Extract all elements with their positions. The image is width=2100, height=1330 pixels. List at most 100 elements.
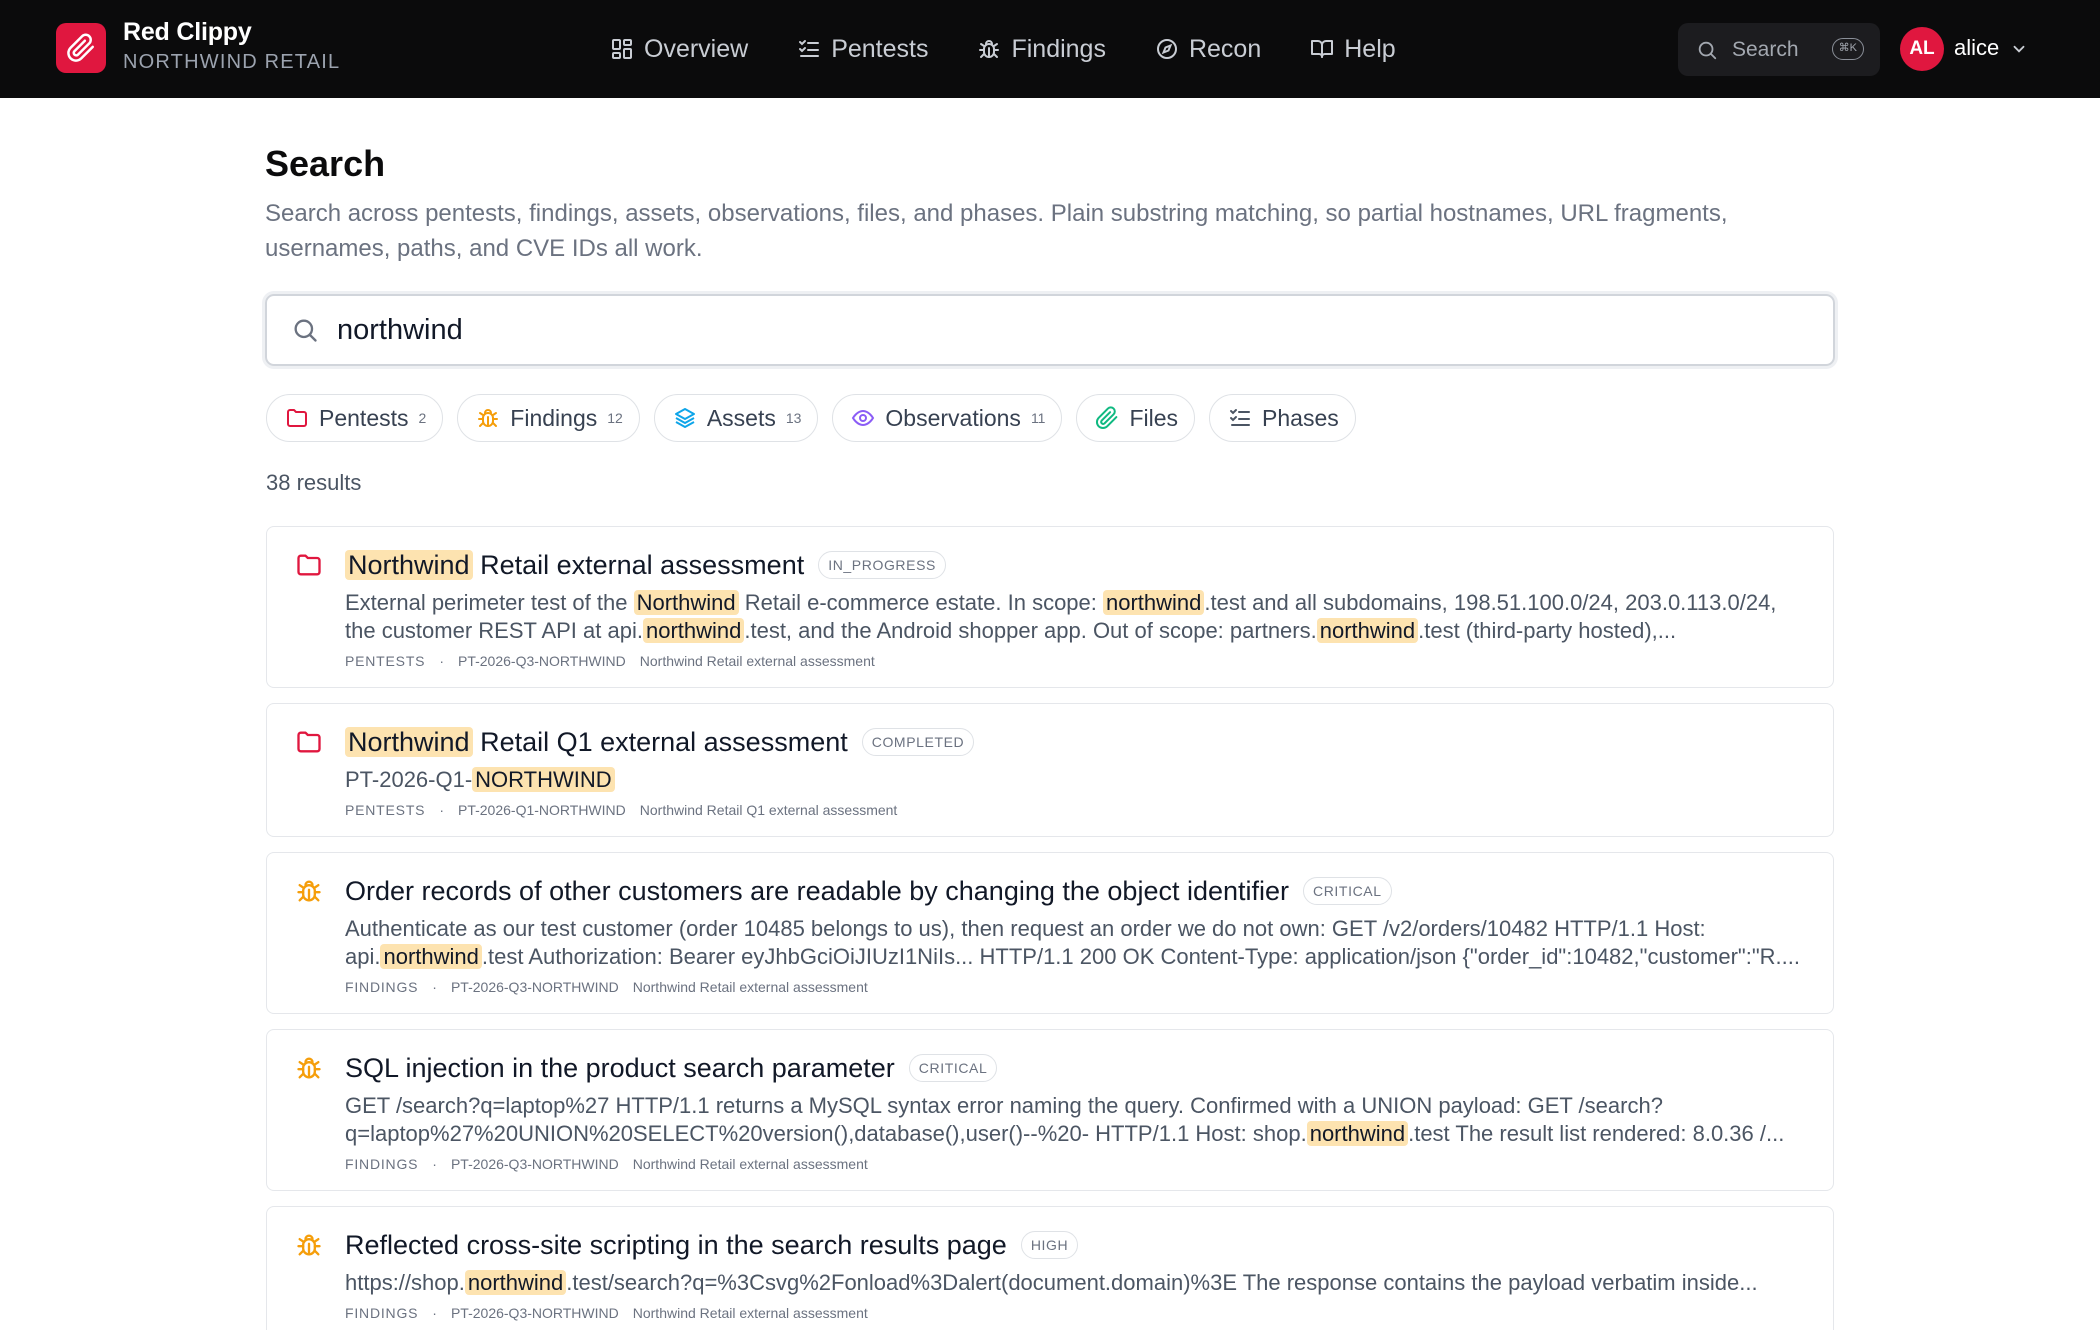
result-parent[interactable]: Northwind Retail external assessment (633, 1305, 868, 1321)
user-name[interactable]: alice (1954, 35, 1999, 61)
text-segment: .test The result list rendered: 8.0.36 /… (1408, 1121, 1785, 1146)
text-segment: Retail external assessment (472, 550, 805, 580)
text-segment: .test Authorization: Bearer eyJhbGciOiJI… (481, 944, 1800, 969)
checklist-icon (1230, 409, 1251, 426)
match-highlight: northwind (1306, 1121, 1409, 1146)
result-title-text[interactable]: Northwind Retail Q1 external assessment (345, 724, 848, 760)
filter-chip-label: Observations (885, 404, 1021, 431)
brand-org: NORTHWIND RETAIL (123, 51, 341, 73)
folder-icon (287, 409, 307, 427)
result-title-text[interactable]: SQL injection in the product search para… (345, 1050, 895, 1086)
result-category: PENTESTS (345, 653, 426, 669)
result-card[interactable]: SQL injection in the product search para… (266, 1029, 1834, 1191)
nav-findings-label: Findings (1011, 34, 1106, 63)
nav-pentests[interactable]: Pentests (797, 0, 928, 98)
result-title-text[interactable]: Order records of other customers are rea… (345, 873, 1289, 909)
search-icon (1698, 41, 1717, 59)
user-avatar[interactable]: AL (1900, 27, 1944, 71)
result-snippet: https://shop. northwind .test/search?q=%3C… (345, 1269, 1809, 1297)
result-meta: FINDINGS · PT-2026-Q3-NORTHWIND Northwind R… (345, 1305, 1809, 1321)
result-parent[interactable]: Northwind Retail Q1 external assessment (640, 802, 898, 818)
nav-overview[interactable]: Overview (610, 0, 748, 98)
match-highlight: northwind (1316, 618, 1419, 643)
nav-help[interactable]: Help (1310, 0, 1396, 98)
bug-icon (295, 1054, 323, 1087)
status-badge: CRITICAL (1303, 877, 1392, 905)
result-card[interactable]: Northwind Retail external assessment IN_P… (266, 526, 1834, 688)
result-title[interactable]: Northwind Retail external assessment IN_P… (345, 547, 1809, 583)
result-title[interactable]: SQL injection in the product search para… (345, 1050, 1809, 1086)
keyboard-shortcut-badge: ⌘K (1831, 38, 1864, 60)
text-segment: .test, and the Android shopper app. Out … (744, 618, 1317, 643)
result-meta: FINDINGS · PT-2026-Q3-NORTHWIND Northwind R… (345, 979, 1809, 995)
status-badge: COMPLETED (861, 728, 975, 756)
main-nav: Overview Pentests Findings Recon Help (610, 0, 1445, 98)
text-segment: https://shop. (345, 1270, 465, 1295)
result-card[interactable]: Order records of other customers are rea… (266, 852, 1834, 1014)
result-card[interactable]: Northwind Retail Q1 external assessment C… (266, 703, 1834, 837)
filter-chip-label: Assets (706, 404, 776, 431)
filter-chip-pentests[interactable]: Pentests 2 (266, 394, 444, 442)
result-parent[interactable]: Northwind Retail external assessment (640, 653, 875, 669)
result-parent[interactable]: Northwind Retail external assessment (633, 979, 868, 995)
text-segment: External perimeter test of the (345, 590, 634, 615)
status-badge: CRITICAL (908, 1054, 998, 1082)
result-code: PT-2026-Q3-NORTHWIND (450, 1156, 619, 1172)
book-icon (1311, 40, 1334, 58)
status-badge: IN_PROGRESS (818, 551, 946, 579)
nav-recon[interactable]: Recon (1155, 0, 1261, 98)
page-description: Search across pentests, findings, assets… (265, 200, 1728, 262)
filter-chip-findings[interactable]: Findings 12 (457, 394, 640, 442)
text-segment: Reflected cross-site scripting in the se… (345, 1230, 1007, 1260)
result-snippet: PT-2026-Q1- NORTHWIND (345, 766, 1809, 794)
result-title[interactable]: Reflected cross-site scripting in the se… (345, 1227, 1809, 1263)
filter-chip-phases[interactable]: Phases (1209, 394, 1356, 442)
nav-help-label: Help (1344, 34, 1396, 63)
text-segment: .test (third-party hosted),... (1418, 618, 1677, 643)
results-list: Northwind Retail external assessment IN_P… (266, 526, 1834, 1330)
search-input[interactable] (337, 313, 1737, 347)
text-segment: SQL injection in the product search para… (345, 1053, 895, 1083)
filter-chip-observations[interactable]: Observations 11 (832, 394, 1063, 442)
result-category: FINDINGS (345, 1305, 419, 1321)
match-highlight: Northwind (345, 550, 473, 580)
text-segment: Retail e-commerce estate. In scope: (738, 590, 1103, 615)
nav-findings[interactable]: Findings (977, 0, 1106, 98)
status-badge: HIGH (1020, 1231, 1079, 1259)
bug-icon (478, 409, 499, 427)
brand-name: Red Clippy (123, 18, 252, 46)
eye-icon (852, 409, 875, 427)
result-code: PT-2026-Q3-NORTHWIND (450, 979, 619, 995)
text-segment: Order records of other customers are rea… (345, 876, 1290, 906)
result-meta: PENTESTS · PT-2026-Q1-NORTHWIND Northwind R… (345, 802, 1809, 818)
text-segment: Retail Q1 external assessment (472, 727, 848, 757)
filter-chip-assets[interactable]: Assets 13 (653, 394, 819, 442)
match-highlight: Northwind (633, 590, 739, 615)
result-count: 38 results (266, 470, 362, 495)
paperclip-icon (67, 33, 94, 62)
checklist-icon (799, 40, 820, 57)
result-category: FINDINGS (345, 1156, 419, 1172)
filter-chip-files[interactable]: Files (1076, 394, 1196, 442)
meta-separator: · (439, 802, 444, 818)
layers-icon (674, 408, 695, 428)
folder-icon (295, 728, 323, 761)
result-parent[interactable]: Northwind Retail external assessment (633, 1156, 868, 1172)
result-title-text[interactable]: Northwind Retail external assessment (345, 547, 804, 583)
result-title[interactable]: Northwind Retail Q1 external assessment C… (345, 724, 1809, 760)
bug-icon (295, 877, 323, 910)
brand-logo[interactable] (56, 23, 106, 73)
global-search-button[interactable]: Search ⌘K (1678, 23, 1880, 76)
result-title[interactable]: Order records of other customers are rea… (345, 873, 1809, 909)
chevron-down-icon[interactable] (2010, 40, 2028, 58)
result-meta: PENTESTS · PT-2026-Q3-NORTHWIND Northwind R… (345, 653, 1809, 669)
filter-chip-label: Pentests (319, 404, 409, 431)
result-code: PT-2026-Q3-NORTHWIND (450, 1305, 619, 1321)
result-category: FINDINGS (345, 979, 419, 995)
result-card[interactable]: Reflected cross-site scripting in the se… (266, 1206, 1834, 1330)
search-box (265, 294, 1835, 366)
result-title-text[interactable]: Reflected cross-site scripting in the se… (345, 1227, 1007, 1263)
text-segment: PT-2026-Q1- (345, 767, 473, 792)
result-code: PT-2026-Q1-NORTHWIND (457, 802, 626, 818)
match-highlight: Northwind (345, 727, 473, 757)
